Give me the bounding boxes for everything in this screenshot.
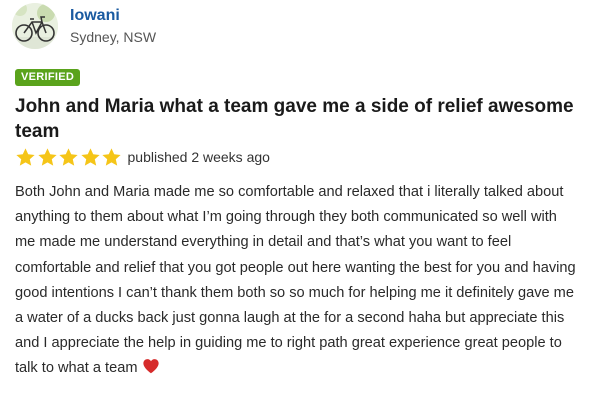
reviewer-meta: Iowani Sydney, NSW bbox=[70, 6, 156, 47]
published-date: published 2 weeks ago bbox=[127, 149, 270, 165]
verified-badge: VERIFIED bbox=[15, 69, 81, 86]
reviewer-location: Sydney, NSW bbox=[70, 29, 157, 45]
avatar[interactable] bbox=[12, 3, 58, 49]
reviewer-header: Iowani Sydney, NSW bbox=[12, 3, 156, 49]
star-rating bbox=[15, 147, 123, 168]
review-body: Both John and Maria made me so comfortab… bbox=[15, 180, 580, 382]
review-card: Iowani Sydney, NSW VERIFIED John and Mar… bbox=[0, 0, 590, 402]
rating-row: published 2 weeks ago bbox=[15, 144, 270, 170]
review-title: John and Maria what a team gave me a sid… bbox=[15, 96, 574, 142]
star-icon bbox=[102, 147, 121, 166]
heart-icon bbox=[142, 359, 159, 374]
star-icon bbox=[37, 147, 57, 166]
reviewer-name[interactable]: Iowani bbox=[70, 6, 156, 26]
star-icon bbox=[16, 147, 35, 166]
star-icon bbox=[59, 147, 78, 166]
star-icon bbox=[80, 147, 100, 166]
review-body-text: Both John and Maria made me so comfortab… bbox=[15, 184, 576, 377]
bicycle-icon bbox=[12, 3, 58, 49]
